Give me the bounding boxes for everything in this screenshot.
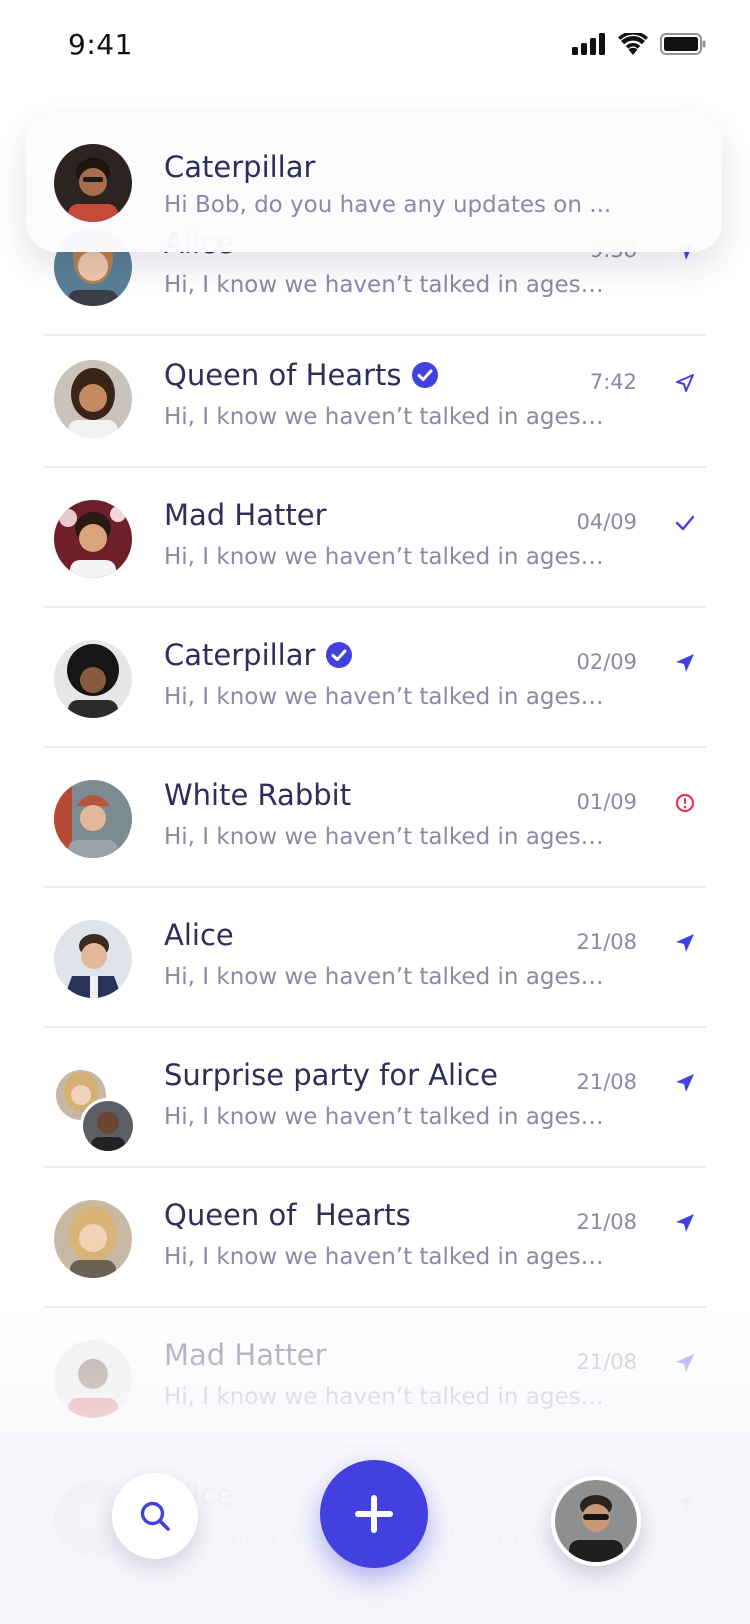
sent-filled-icon <box>672 650 698 676</box>
sent-filled-icon <box>672 930 698 956</box>
wifi-icon <box>618 33 648 55</box>
chat-preview: Hi, I know we haven’t talked in ages ... <box>164 404 604 430</box>
chat-name: Mad Hatter <box>164 498 327 532</box>
chat-time: 21/08 <box>576 1070 637 1094</box>
chat-row[interactable]: Caterpillar Hi, I know we haven’t talked… <box>0 608 750 748</box>
chat-preview: Hi, I know we haven’t talked in ages ... <box>164 1104 604 1130</box>
search-button[interactable] <box>112 1473 198 1559</box>
check-icon <box>672 510 698 536</box>
chat-name: Mad Hatter <box>164 1338 327 1372</box>
chat-name: Queen of Hearts <box>164 1198 411 1232</box>
chat-row[interactable]: Alice Hi, I know we haven’t talked in ag… <box>0 888 750 1028</box>
chat-row[interactable]: Mad Hatter Hi, I know we haven’t talked … <box>0 1308 750 1448</box>
sent-filled-icon <box>672 1490 698 1516</box>
chat-preview: Hi, I know we haven’t talked in ages ... <box>164 964 604 990</box>
battery-icon <box>660 33 706 55</box>
avatar <box>80 1098 136 1154</box>
chat-name: Queen of Hearts <box>164 358 439 392</box>
chat-preview: Hi, I know we haven’t talked in ages ... <box>164 684 604 710</box>
status-icons <box>572 33 706 55</box>
error-icon <box>672 790 698 816</box>
profile-avatar <box>555 1480 637 1562</box>
chat-time: 21/08 <box>576 1210 637 1234</box>
chat-row[interactable]: Queen of Hearts Hi, I know we haven’t ta… <box>0 328 750 468</box>
notification-banner[interactable]: Caterpillar Hi Bob, do you have any upda… <box>26 112 722 252</box>
cellular-signal-icon <box>572 33 605 55</box>
chat-time: 04/09 <box>576 510 637 534</box>
sent-outline-icon <box>672 370 698 396</box>
chat-name: Caterpillar <box>164 638 353 672</box>
verified-badge-icon <box>412 362 439 388</box>
verified-badge-icon <box>326 642 353 668</box>
chat-preview: Hi, I know we haven’t talked in ages ... <box>164 1384 604 1410</box>
chat-row[interactable]: Surprise party for Alice Hi, I know we h… <box>0 1028 750 1168</box>
search-icon <box>140 1501 170 1531</box>
plus-icon <box>355 1495 393 1533</box>
chat-row[interactable]: White Rabbit Hi, I know we haven’t talke… <box>0 748 750 888</box>
avatar <box>54 640 132 718</box>
compose-button[interactable] <box>320 1460 428 1568</box>
sent-filled-icon <box>672 1210 698 1236</box>
chat-name: White Rabbit <box>164 778 352 812</box>
status-bar: 9:41 <box>0 0 750 96</box>
profile-button[interactable] <box>551 1476 641 1566</box>
notification-preview: Hi Bob, do you have any updates on ... <box>164 192 612 218</box>
chat-row[interactable]: Queen of Hearts Hi, I know we haven’t ta… <box>0 1168 750 1308</box>
avatar <box>54 144 132 222</box>
chat-time: 01/09 <box>576 790 637 814</box>
chat-name: Alice <box>164 918 234 952</box>
avatar <box>54 1200 132 1278</box>
avatar <box>54 1340 132 1418</box>
chat-time: 02/09 <box>576 650 637 674</box>
avatar <box>54 500 132 578</box>
chat-time: 21/08 <box>576 1350 637 1374</box>
notification-name: Caterpillar <box>164 150 316 184</box>
chat-name: Surprise party for Alice <box>164 1058 498 1092</box>
avatar <box>54 780 132 858</box>
chat-preview: Hi, I know we haven’t talked in ages ... <box>164 1244 604 1270</box>
sent-filled-icon <box>672 1070 698 1096</box>
chat-time: 7:42 <box>589 370 637 394</box>
avatar <box>54 360 132 438</box>
sent-filled-icon <box>672 1350 698 1376</box>
chat-preview: Hi, I know we haven’t talked in ages ... <box>164 544 604 570</box>
chat-row[interactable]: Mad Hatter Hi, I know we haven’t talked … <box>0 468 750 608</box>
group-avatar <box>54 1068 136 1154</box>
avatar <box>54 920 132 998</box>
chat-preview: Hi, I know we haven’t talked in ages ... <box>164 824 604 850</box>
status-time: 9:41 <box>68 28 133 61</box>
chat-time: 21/08 <box>576 930 637 954</box>
chat-preview: Hi, I know we haven’t talked in ages ... <box>164 272 604 298</box>
